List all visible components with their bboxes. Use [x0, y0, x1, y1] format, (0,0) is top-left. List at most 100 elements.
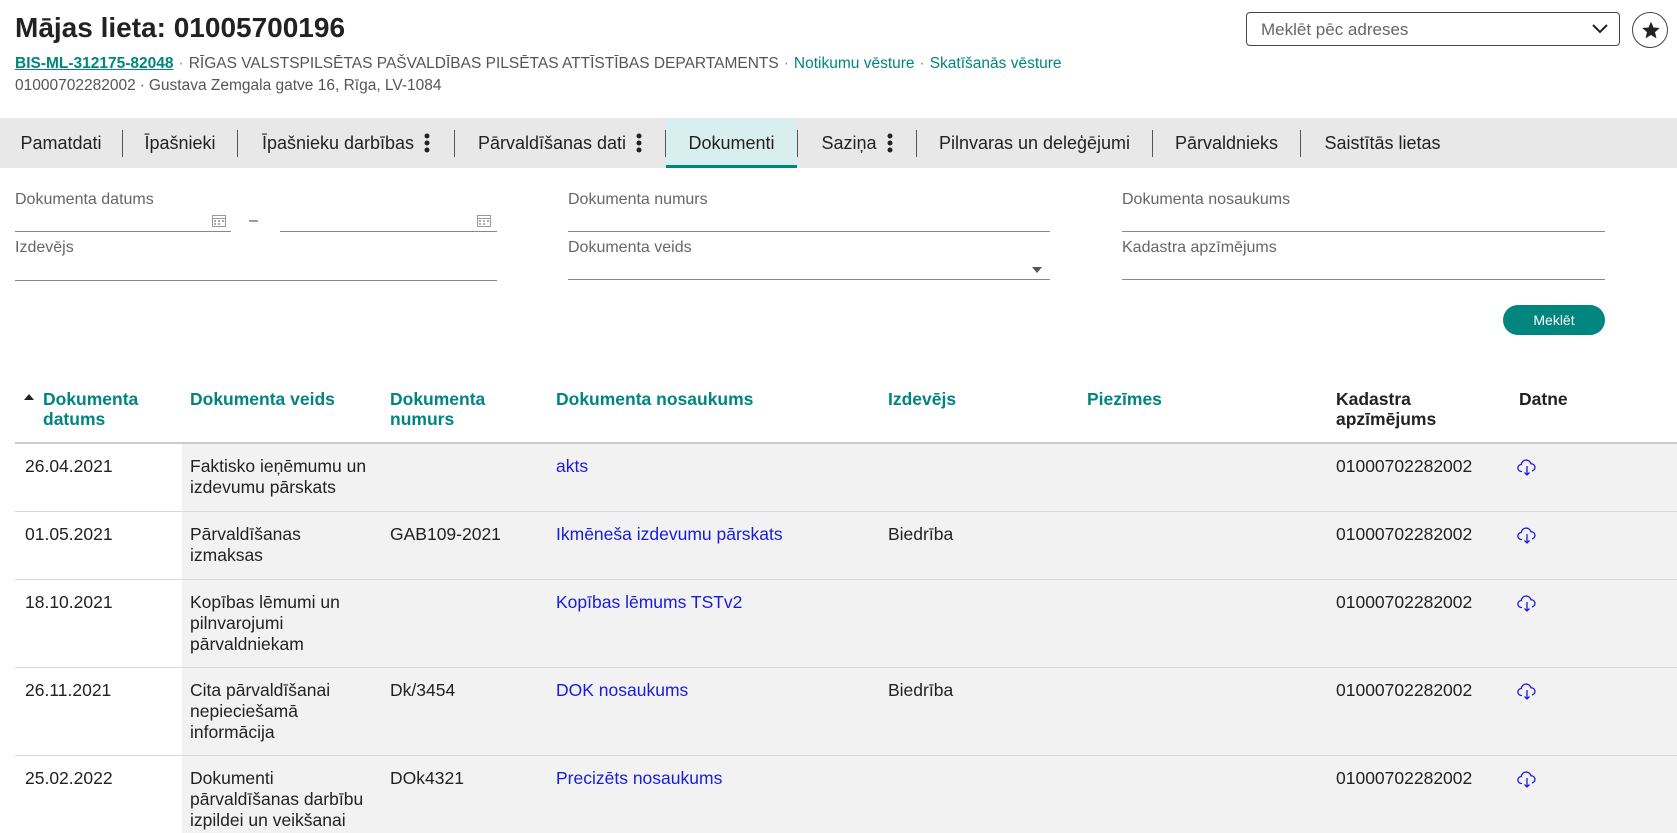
cell-date: 26.04.2021 — [25, 456, 113, 476]
cell-date: 26.11.2021 — [25, 680, 112, 700]
cadastre-label: Kadastra apzīmējums — [1122, 239, 1277, 256]
column-header-date[interactable]: Dokumenta datums — [43, 389, 173, 429]
cloud-download-icon[interactable] — [1517, 771, 1537, 789]
case-meta: BIS-ML-312175-82048 · RĪGAS VALSTSPILSĒTAS… — [15, 55, 1062, 73]
cell-type: Dokumenti pārvaldīšanas darbību izpildei… — [190, 768, 364, 830]
case-code-link[interactable]: BIS-ML-312175-82048 — [15, 55, 174, 72]
department-name: RĪGAS VALSTSPILSĒTAS PAŠVALDĪBAS PILSĒTA… — [188, 55, 779, 72]
issuer-label: Izdevējs — [15, 239, 74, 256]
cell-cadastre: 01000702282002 — [1336, 680, 1473, 700]
cell-name-link[interactable]: Kopības lēmums TSTv2 — [556, 592, 876, 613]
column-header-type[interactable]: Dokumenta veids — [190, 389, 370, 409]
tab-pilnvaras[interactable]: Pilnvaras un deleģējumi — [917, 118, 1152, 168]
tab-sazina[interactable]: Saziņa — [798, 118, 916, 168]
cadastre-number: 01000702282002 — [15, 77, 136, 94]
property-meta: 01000702282002 · Gustava Zemgala gatve 16,… — [15, 77, 442, 95]
tab-label: Saziņa — [821, 133, 877, 153]
cell-name-link[interactable]: akts — [556, 456, 876, 477]
date-range-dash: – — [249, 212, 258, 229]
cell-date: 01.05.2021 — [25, 524, 113, 544]
tab-label: Pārvaldnieks — [1174, 133, 1279, 153]
search-button[interactable]: Meklēt — [1503, 305, 1605, 335]
cell-name-link[interactable]: Precizēts nosaukums — [556, 768, 876, 789]
favorite-button[interactable] — [1632, 12, 1668, 48]
tab-label: Īpašnieku darbības — [261, 133, 415, 153]
cloud-download-icon[interactable] — [1517, 683, 1537, 701]
separator-dot: · — [919, 55, 925, 72]
date-to-input[interactable] — [280, 231, 497, 232]
cell-type: Kopības lēmumi un pilnvarojumi pārvaldni… — [190, 592, 340, 654]
cell-number: GAB109-2021 — [390, 524, 501, 544]
doc-date-label: Dokumenta datums — [15, 191, 154, 208]
cloud-download-icon[interactable] — [1517, 459, 1537, 477]
dropdown-arrow-icon — [1032, 267, 1042, 273]
more-menu-icon[interactable] — [887, 133, 893, 153]
cell-date: 25.02.2022 — [25, 768, 113, 788]
column-header-cadastre: Kadastra apzīmējums — [1336, 389, 1437, 429]
cadastre-input[interactable] — [1122, 279, 1605, 280]
separator-dot: · — [178, 55, 184, 72]
views-history-link[interactable]: Skatīšanās vēsture — [930, 55, 1062, 72]
cloud-download-icon[interactable] — [1517, 595, 1537, 613]
cell-number: DOk4321 — [390, 768, 464, 788]
doc-name-input[interactable] — [1122, 231, 1605, 232]
cell-date: 18.10.2021 — [25, 592, 113, 612]
column-header-number[interactable]: Dokumenta numurs — [390, 389, 510, 429]
tab-label: Saistītās lietas — [1324, 133, 1441, 153]
table-row: 18.10.2021 Kopības lēmumi un pilnvarojum… — [15, 580, 1677, 668]
cell-cadastre: 01000702282002 — [1336, 768, 1473, 788]
table-row: 26.04.2021 Faktisko ieņēmumu un izdevumu… — [15, 444, 1677, 512]
sort-ascending-icon[interactable] — [24, 394, 34, 400]
doc-number-input[interactable] — [568, 231, 1050, 232]
tab-dokumenti[interactable]: Dokumenti — [666, 118, 797, 168]
tab-saistitas-lietas[interactable]: Saistītās lietas — [1301, 118, 1464, 168]
cell-cadastre: 01000702282002 — [1336, 456, 1473, 476]
tab-bar: Pamatdati Īpašnieki Īpašnieku darbības P… — [0, 118, 1677, 168]
tab-ipasnieki[interactable]: Īpašnieki — [123, 118, 237, 168]
address-search-select[interactable]: Meklēt pēc adreses — [1246, 12, 1620, 46]
cell-cadastre: 01000702282002 — [1336, 524, 1473, 544]
calendar-icon[interactable] — [477, 214, 491, 227]
chevron-down-icon — [1592, 24, 1608, 34]
separator-dot: · — [139, 77, 145, 94]
column-header-issuer[interactable]: Izdevējs — [888, 389, 1008, 409]
tab-ipasnieku-darbibas[interactable]: Īpašnieku darbības — [238, 118, 454, 168]
issuer-input[interactable] — [15, 280, 497, 281]
separator-dot: · — [783, 55, 789, 72]
tab-label: Pārvaldīšanas dati — [477, 133, 627, 153]
tab-parvaldnieks[interactable]: Pārvaldnieks — [1153, 118, 1300, 168]
doc-type-label: Dokumenta veids — [568, 239, 692, 256]
doc-number-label: Dokumenta numurs — [568, 191, 708, 208]
table-row: 01.05.2021 Pārvaldīšanas izmaksas GAB109… — [15, 512, 1677, 580]
cloud-download-icon[interactable] — [1517, 527, 1537, 545]
doc-type-select[interactable] — [568, 279, 1050, 280]
tab-pamatdati[interactable]: Pamatdati — [0, 118, 122, 168]
more-menu-icon[interactable] — [636, 133, 642, 153]
cell-type: Cita pārvaldīšanai nepieciešamā informāc… — [190, 680, 331, 742]
tab-label: Pamatdati — [20, 133, 102, 153]
date-cell — [15, 512, 182, 579]
date-from-input[interactable] — [15, 231, 231, 232]
page-title: Mājas lieta: 01005700196 — [15, 12, 346, 43]
cell-name-link[interactable]: Ikmēneša izdevumu pārskats — [556, 524, 876, 545]
column-header-file: Datne — [1519, 389, 1568, 409]
tab-label: Dokumenti — [688, 133, 775, 153]
cell-cadastre: 01000702282002 — [1336, 592, 1473, 612]
date-cell — [15, 444, 182, 511]
column-header-name[interactable]: Dokumenta nosaukums — [556, 389, 796, 409]
cell-name-link[interactable]: DOK nosaukums — [556, 680, 876, 701]
calendar-icon[interactable] — [212, 214, 226, 227]
cell-type: Faktisko ieņēmumu un izdevumu pārskats — [190, 456, 367, 497]
cell-issuer: Biedrība — [888, 680, 954, 700]
cell-type: Pārvaldīšanas izmaksas — [190, 524, 301, 565]
address-search-placeholder: Meklēt pēc adreses — [1261, 20, 1409, 39]
property-address: Gustava Zemgala gatve 16, Rīga, LV-1084 — [148, 77, 442, 94]
cell-issuer: Biedrība — [888, 524, 954, 544]
events-history-link[interactable]: Notikumu vēsture — [794, 55, 915, 72]
column-header-notes[interactable]: Piezīmes — [1087, 389, 1207, 409]
table-row: 26.11.2021 Cita pārvaldīšanai nepiecieša… — [15, 668, 1677, 756]
tab-parvaldisanas-dati[interactable]: Pārvaldīšanas dati — [455, 118, 665, 168]
more-menu-icon[interactable] — [424, 133, 430, 153]
doc-name-label: Dokumenta nosaukums — [1122, 191, 1291, 208]
tab-label: Pilnvaras un deleģējumi — [938, 133, 1131, 153]
